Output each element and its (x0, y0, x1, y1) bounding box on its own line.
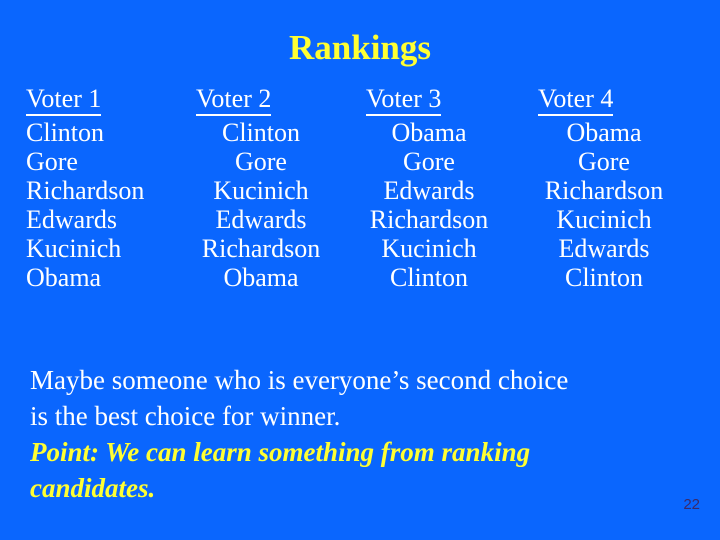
column-header-voter-1: Voter 1 (26, 84, 178, 118)
table-cell: Edwards (383, 176, 475, 205)
table-cell: Gore (235, 147, 287, 176)
point-line-1: Point: We can learn something from ranki… (30, 437, 531, 467)
table-cell: Richardson (369, 205, 489, 234)
table-cell: Edwards (558, 234, 650, 263)
note-line-1: Maybe someone who is everyone’s second c… (30, 365, 569, 395)
table-row: Richardson Kucinich Edwards Richardson (26, 176, 694, 205)
table-row: Gore Gore Gore Gore (26, 147, 694, 176)
column-header-label: Voter 1 (26, 84, 102, 116)
table-cell: Edwards (215, 205, 307, 234)
column-header-label: Voter 3 (366, 84, 442, 116)
column-header-label: Voter 2 (196, 84, 272, 116)
column-header-voter-4: Voter 4 (514, 84, 694, 118)
point-line-2: candidates. (30, 473, 156, 503)
table-cell: Kucinich (26, 234, 122, 263)
note-line-2: is the best choice for winner. (30, 401, 341, 431)
table-cell: Clinton (389, 263, 468, 292)
table-cell: Obama (566, 118, 642, 147)
table-cell: Richardson (201, 234, 321, 263)
column-header-voter-3: Voter 3 (344, 84, 514, 118)
table-cell: Richardson (544, 176, 664, 205)
column-header-label: Voter 4 (538, 84, 614, 116)
column-header-voter-2: Voter 2 (178, 84, 344, 118)
table-cell: Richardson (26, 176, 145, 205)
table-cell: Gore (403, 147, 455, 176)
table-cell: Kucinich (381, 234, 477, 263)
table-cell: Kucinich (213, 176, 309, 205)
table-cell: Kucinich (556, 205, 652, 234)
table-row: Clinton Clinton Obama Obama (26, 118, 694, 147)
table-cell: Clinton (26, 118, 105, 147)
slide-canvas: Rankings Voter 1 Voter 2 Voter 3 Voter 4… (0, 0, 720, 540)
table-cell: Edwards (26, 205, 117, 234)
notes-block: Maybe someone who is everyone’s second c… (30, 362, 700, 506)
table-cell: Gore (578, 147, 630, 176)
table-row: Obama Obama Clinton Clinton (26, 263, 694, 292)
table-row: Kucinich Richardson Kucinich Edwards (26, 234, 694, 263)
page-title: Rankings (288, 28, 432, 67)
table-cell: Obama (391, 118, 467, 147)
table-cell: Clinton (564, 263, 643, 292)
table-cell: Gore (26, 147, 78, 176)
table-cell: Clinton (221, 118, 300, 147)
table-cell: Obama (223, 263, 299, 292)
page-number: 22 (683, 496, 700, 513)
table-cell: Obama (26, 263, 102, 292)
rankings-table: Voter 1 Voter 2 Voter 3 Voter 4 Clinton … (26, 84, 694, 292)
table-row: Edwards Edwards Richardson Kucinich (26, 205, 694, 234)
table-header-row: Voter 1 Voter 2 Voter 3 Voter 4 (26, 84, 694, 118)
